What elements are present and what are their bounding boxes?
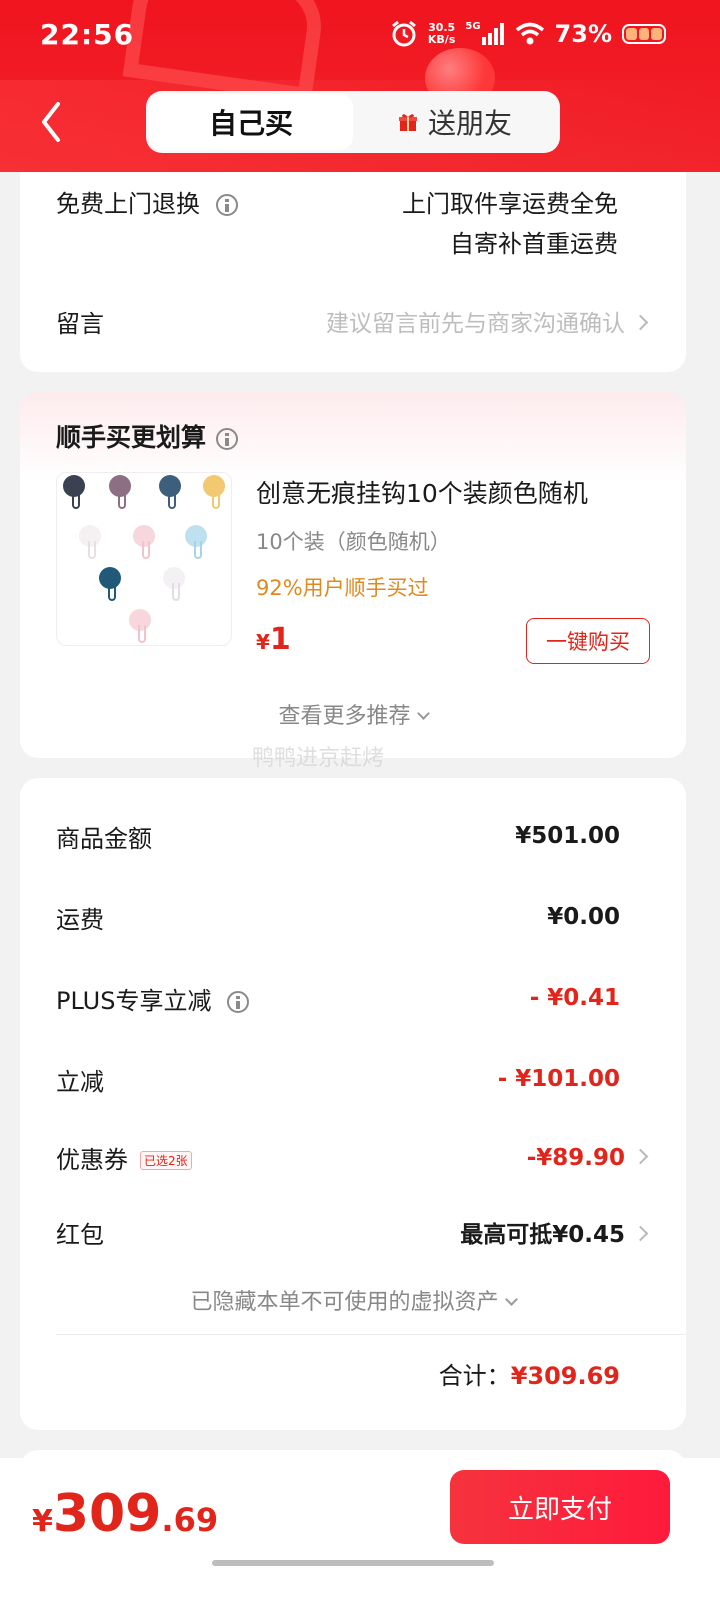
free-return-label: 免费上门退换 <box>56 190 200 218</box>
recommend-title: 顺手买更划算 <box>56 423 207 452</box>
message-input[interactable]: 建议留言前先与商家沟通确认 <box>326 304 649 338</box>
product-name[interactable]: 创意无痕挂钩10个装颜色随机 <box>256 474 588 510</box>
battery-percent: 73% <box>554 20 612 48</box>
pay-amount-dec: .69 <box>161 1501 219 1539</box>
gift-icon <box>398 114 417 131</box>
product-spec: 10个装（颜色随机） <box>256 530 451 554</box>
divider <box>56 1334 686 1335</box>
net-speed: 30.5 KB/s <box>428 22 455 46</box>
info-icon[interactable] <box>227 990 250 1013</box>
net-speed-unit: KB/s <box>427 33 456 46</box>
price-summary-card: 商品金额 ¥501.00 运费 ¥0.00 PLUS专享立减 - ¥0.41 立… <box>20 778 686 1430</box>
header: 22:56 30.5 KB/s 5G 73% 自己买 送朋友 <box>0 0 720 172</box>
free-return-value-2: 自寄补首重运费 <box>450 230 618 258</box>
pay-amount: ¥309.69 <box>32 1484 218 1544</box>
total-row: 合计：¥309.69 <box>439 1356 620 1391</box>
message-label: 留言 <box>56 310 104 338</box>
service-card: 免费上门退换 上门取件享运费全免 自寄补首重运费 留言 建议留言前先与商家沟通确… <box>20 172 686 372</box>
hook-image <box>203 475 225 509</box>
chevron-down-icon <box>504 1293 518 1306</box>
chevron-right-icon <box>632 1225 649 1241</box>
tab-buy-self-label: 自己买 <box>208 107 293 140</box>
hook-image <box>63 475 85 509</box>
hook-image <box>109 475 131 509</box>
hook-image <box>129 609 151 643</box>
battery-icon <box>622 24 666 44</box>
product-image[interactable] <box>56 472 232 646</box>
summary-label: 优惠券 <box>56 1145 128 1174</box>
summary-label: PLUS专享立减 <box>56 986 212 1015</box>
total-value: ¥309.69 <box>510 1362 620 1390</box>
free-return-row: 免费上门退换 <box>56 184 238 219</box>
tab-gift-friend-label: 送朋友 <box>427 107 512 140</box>
recommend-title-row: 顺手买更划算 <box>56 418 239 454</box>
info-icon[interactable] <box>216 428 239 450</box>
summary-label: 红包 <box>56 1220 104 1249</box>
summary-row-discount: 立减 - ¥101.00 <box>56 1059 620 1099</box>
hook-image <box>99 567 121 601</box>
info-icon[interactable] <box>216 194 238 216</box>
home-indicator[interactable] <box>212 1560 494 1566</box>
alarm-icon <box>391 20 416 47</box>
summary-value: -¥89.90 <box>526 1145 625 1171</box>
summary-row-goods: 商品金额 ¥501.00 <box>56 816 620 856</box>
hook-image <box>163 567 185 601</box>
chevron-right-icon <box>632 1148 649 1164</box>
hook-image <box>185 525 207 559</box>
hook-image <box>159 475 181 509</box>
chevron-right-icon <box>632 314 649 331</box>
summary-label: 立减 <box>56 1067 104 1096</box>
hidden-assets-label: 已隐藏本单不可使用的虚拟资产 <box>190 1290 499 1315</box>
summary-row-shipping: 运费 ¥0.00 <box>56 897 620 937</box>
coupon-selected-tag: 已选2张 <box>140 1150 192 1170</box>
one-click-buy-button[interactable]: 一键购买 <box>526 618 650 664</box>
price-symbol: ¥ <box>256 630 270 654</box>
tab-buy-self[interactable]: 自己买 <box>149 94 353 150</box>
status-icons: 30.5 KB/s 5G 73% <box>390 20 666 48</box>
watermark: 鸭鸭进京赶烤 <box>252 746 385 771</box>
summary-value: ¥0.00 <box>547 904 620 930</box>
summary-row-coupon[interactable]: 优惠券 已选2张 -¥89.90 <box>56 1137 649 1177</box>
hook-image <box>79 525 101 559</box>
summary-value: - ¥101.00 <box>497 1066 620 1092</box>
recommend-card: 顺手买更划算 创意无痕挂钩10个装颜色随机 10个装（颜色随机） 92%用户顺手… <box>20 392 686 771</box>
pay-amount-int: 309 <box>52 1484 162 1544</box>
summary-row-plus: PLUS专享立减 - ¥0.41 <box>56 978 620 1018</box>
buy-mode-tabs: 自己买 送朋友 <box>146 91 560 153</box>
status-time: 22:56 <box>40 18 135 51</box>
pay-yen: ¥ <box>32 1504 53 1539</box>
tab-gift-friend[interactable]: 送朋友 <box>353 94 557 150</box>
network-type: 5G <box>465 20 481 32</box>
chevron-down-icon <box>416 707 430 720</box>
hidden-assets-toggle[interactable]: 已隐藏本单不可使用的虚拟资产 <box>20 1284 686 1316</box>
status-bar: 22:56 30.5 KB/s 5G 73% <box>0 0 720 78</box>
summary-value: - ¥0.41 <box>529 985 620 1011</box>
signal-icon <box>481 23 504 45</box>
summary-row-redpacket[interactable]: 红包 最高可抵¥0.45 <box>56 1212 649 1252</box>
price-value: 1 <box>269 622 291 657</box>
total-label: 合计： <box>438 1362 511 1390</box>
message-placeholder: 建议留言前先与商家沟通确认 <box>326 311 625 337</box>
wifi-icon <box>515 22 544 45</box>
bottom-pay-bar: ¥309.69 立即支付 <box>0 1458 720 1600</box>
summary-label: 商品金额 <box>56 824 152 853</box>
product-price: ¥1 <box>256 622 291 657</box>
summary-value: 最高可抵¥0.45 <box>460 1222 625 1248</box>
more-recommend-label: 查看更多推荐 <box>278 704 411 729</box>
summary-value: ¥501.00 <box>515 823 620 849</box>
pay-now-button[interactable]: 立即支付 <box>450 1470 670 1544</box>
summary-label: 运费 <box>56 905 104 934</box>
bought-ratio: 92%用户顺手买过 <box>256 576 429 600</box>
free-return-value-1: 上门取件享运费全免 <box>402 190 618 218</box>
hook-image <box>133 525 155 559</box>
more-recommend-link[interactable]: 查看更多推荐 <box>20 698 686 730</box>
back-arrow-icon[interactable] <box>34 96 74 148</box>
